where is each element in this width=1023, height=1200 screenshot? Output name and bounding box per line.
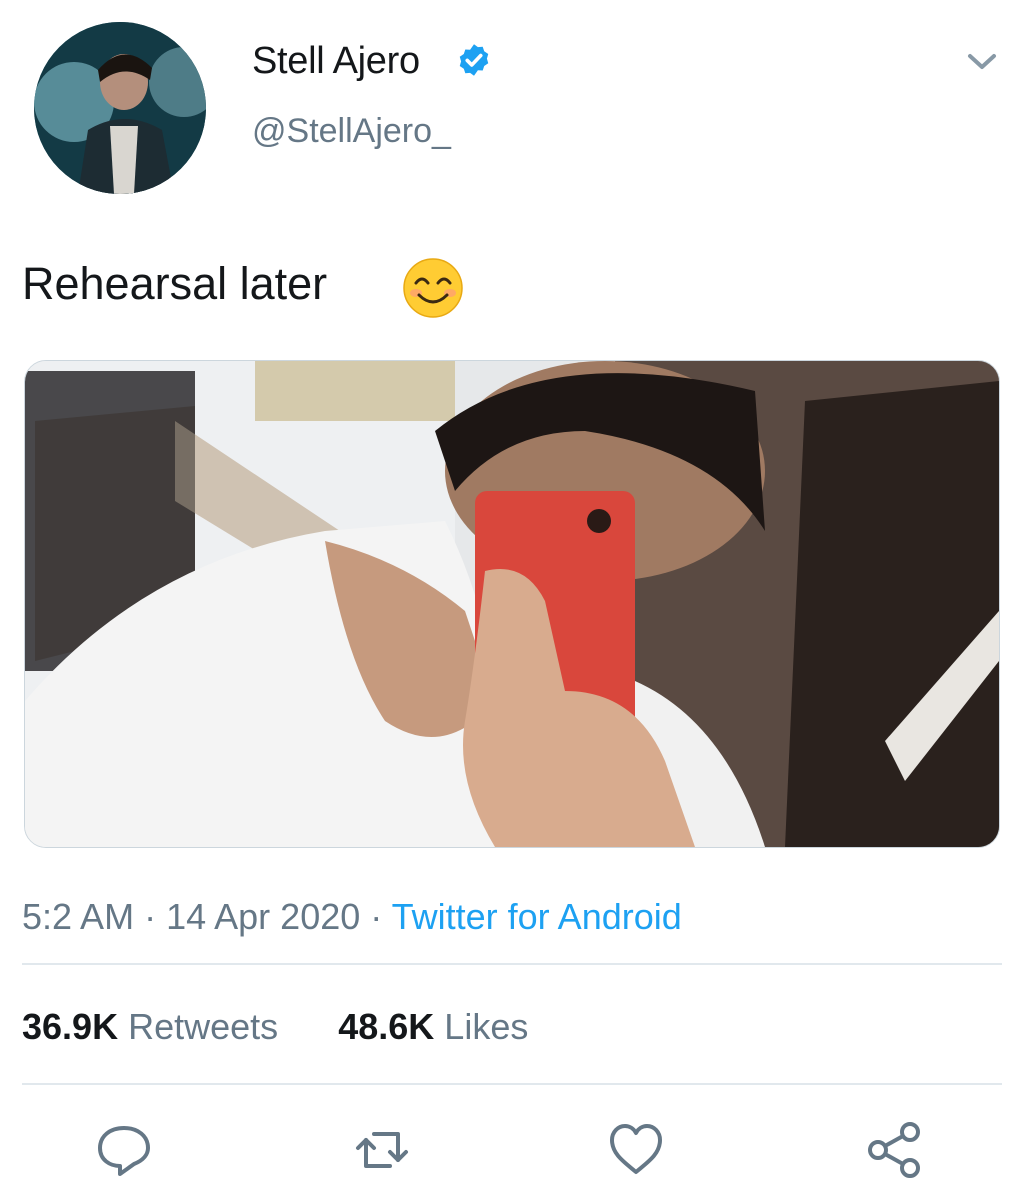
avatar[interactable] (34, 22, 206, 194)
share-icon[interactable] (864, 1120, 924, 1180)
reply-icon[interactable] (94, 1120, 154, 1180)
tweet-meta: 5:2 AM · 14 Apr 2020 · Twitter for Andro… (22, 896, 682, 938)
retweet-icon[interactable] (352, 1120, 412, 1180)
tweet-stats: 36.9K Retweets 48.6K Likes (22, 1006, 528, 1048)
meta-separator: · (370, 896, 383, 937)
likes-stat[interactable]: 48.6K Likes (338, 1006, 528, 1047)
meta-separator: · (144, 896, 157, 937)
display-name[interactable]: Stell Ajero (252, 40, 420, 83)
retweets-label: Retweets (128, 1006, 279, 1047)
chevron-down-icon[interactable] (962, 46, 1002, 76)
like-icon[interactable] (606, 1120, 666, 1180)
likes-label: Likes (444, 1006, 529, 1047)
verified-badge-icon (459, 44, 489, 76)
retweets-count: 36.9K (22, 1006, 119, 1047)
tweet-time[interactable]: 5:2 AM (22, 896, 134, 937)
retweets-stat[interactable]: 36.9K Retweets (22, 1006, 288, 1047)
divider (22, 963, 1002, 965)
tweet-media-photo[interactable] (24, 360, 1000, 848)
avatar-image (34, 22, 206, 194)
user-handle[interactable]: @StellAjero_ (252, 112, 451, 151)
tweet-source-link[interactable]: Twitter for Android (392, 896, 682, 937)
divider (22, 1083, 1002, 1085)
tweet-date[interactable]: 14 Apr 2020 (166, 896, 360, 937)
photo-image (25, 361, 999, 847)
likes-count: 48.6K (338, 1006, 435, 1047)
tweet-text: Rehearsal later (22, 258, 328, 309)
smiling-face-emoji-icon (403, 258, 463, 318)
